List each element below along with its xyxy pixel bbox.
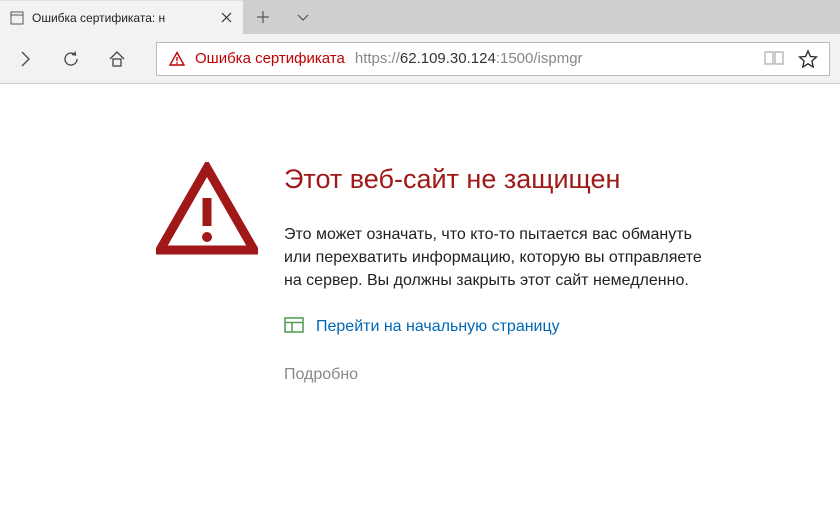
refresh-button[interactable] [48, 37, 94, 81]
warning-triangle-icon [156, 162, 258, 384]
start-page-icon [284, 317, 304, 338]
tab-overflow-button[interactable] [283, 0, 323, 34]
browser-tab[interactable]: Ошибка сертификата: н [0, 0, 243, 34]
address-bar[interactable]: Ошибка сертификата https://62.109.30.124… [156, 42, 830, 76]
forward-button[interactable] [2, 37, 48, 81]
tab-close-button[interactable] [217, 9, 235, 27]
tab-title: Ошибка сертификата: н [32, 11, 209, 25]
certificate-error-label: Ошибка сертификата [195, 50, 345, 67]
error-heading: Этот веб-сайт не защищен [284, 164, 704, 195]
url-host: 62.109.30.124 [400, 50, 496, 67]
address-bar-actions [763, 48, 823, 70]
favorite-button[interactable] [797, 48, 819, 70]
go-home-link[interactable]: Перейти на начальную страницу [284, 317, 704, 338]
details-link[interactable]: Подробно [284, 366, 704, 384]
nav-buttons [0, 37, 140, 81]
url-text: https://62.109.30.124:1500/ispmgr [355, 50, 753, 67]
home-button[interactable] [94, 37, 140, 81]
url-scheme: https:// [355, 50, 400, 67]
page-content: Этот веб-сайт не защищен Это может означ… [0, 84, 840, 384]
error-description: Это может означать, что кто-то пытается … [284, 223, 704, 293]
toolbar: Ошибка сертификата https://62.109.30.124… [0, 34, 840, 84]
reading-view-button[interactable] [763, 48, 785, 70]
tab-actions [243, 0, 323, 34]
url-path: /ispmgr [533, 50, 582, 67]
certificate-warning-icon [169, 51, 185, 67]
tab-bar: Ошибка сертификата: н [0, 0, 840, 34]
page-icon [10, 11, 24, 25]
url-port: :1500 [496, 50, 534, 67]
new-tab-button[interactable] [243, 0, 283, 34]
error-message: Этот веб-сайт не защищен Это может означ… [284, 162, 704, 384]
go-home-link-text: Перейти на начальную страницу [316, 318, 560, 336]
